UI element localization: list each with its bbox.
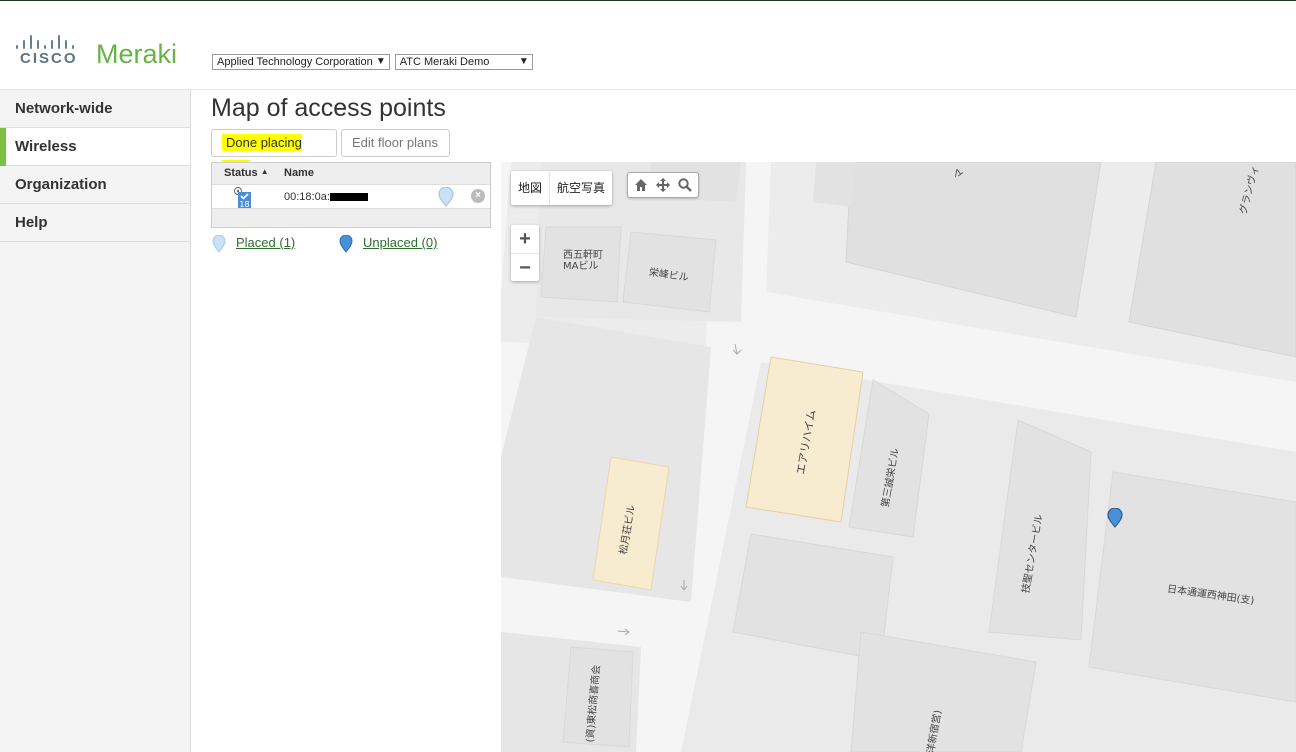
network-select[interactable]: ATC Meraki Demo ▼ — [394, 54, 533, 70]
sort-asc-icon: ▲ — [260, 167, 269, 176]
ap-table: Status ▲ Name 18 00:18:0a: × — [211, 162, 491, 228]
map-label-nishigoken: 西五軒町 MAビル — [563, 250, 603, 272]
zoom-control: + − — [511, 225, 539, 281]
zoom-in-button[interactable]: + — [511, 225, 539, 253]
page-title: Map of access points — [211, 94, 446, 122]
meraki-wordmark: Meraki — [96, 39, 178, 69]
map-label-text: MAビル — [563, 261, 599, 272]
organization-select[interactable]: Applied Technology Corporation ▼ — [212, 54, 390, 70]
redacted-mac — [330, 193, 368, 201]
dropdown-arrow-icon: ▼ — [518, 56, 529, 67]
sidebar-item-organization[interactable]: Organization — [0, 166, 190, 204]
done-placing-aps-button[interactable]: Done placing APs — [211, 129, 337, 177]
map-canvas[interactable]: 西五軒町 MAビル 栄峰ビル エアリハイム 第三誠栄ビル 松月荘ビル 技聖センタ… — [501, 162, 1296, 752]
status-header-label: Status — [224, 167, 258, 179]
organization-select-value: Applied Technology Corporation — [217, 56, 373, 68]
zoom-out-button[interactable]: − — [511, 253, 539, 281]
dropdown-arrow-icon: ▼ — [375, 56, 386, 67]
pan-icon[interactable] — [656, 178, 670, 192]
cisco-wordmark: CISCO — [20, 50, 78, 67]
remove-icon[interactable]: × — [471, 189, 485, 203]
placed-filter-link[interactable]: Placed (1) — [236, 235, 295, 250]
ap-name[interactable]: 00:18:0a: — [284, 191, 330, 203]
cisco-bars-icon — [16, 33, 78, 49]
header: CISCO Meraki Applied Technology Corporat… — [0, 1, 1296, 90]
table-row[interactable]: 18 00:18:0a: × — [212, 184, 490, 209]
status-column-header[interactable]: Status ▲ — [224, 167, 269, 179]
home-icon[interactable] — [634, 178, 648, 192]
search-icon[interactable] — [678, 178, 692, 192]
map-label-text: 西五軒町 — [563, 250, 603, 261]
network-select-value: ATC Meraki Demo — [399, 56, 490, 68]
edit-floor-plans-button[interactable]: Edit floor plans — [341, 129, 450, 157]
sidebar-item-help[interactable]: Help — [0, 204, 190, 242]
status-badge: 18 — [239, 200, 249, 209]
map-toolbar — [627, 172, 699, 198]
sidebar-item-wireless[interactable]: Wireless — [0, 128, 190, 166]
ap-status-icon: 18 — [234, 187, 252, 209]
placed-pin-icon[interactable] — [438, 186, 454, 212]
sidebar: Network-wide Wireless Organization Help — [0, 90, 191, 752]
placed-pin-icon — [212, 235, 226, 253]
map-type-map-button[interactable]: 地図 — [511, 171, 549, 205]
unplaced-pin-icon — [339, 235, 353, 253]
sidebar-item-network-wide[interactable]: Network-wide — [0, 90, 190, 128]
name-column-header[interactable]: Name — [284, 167, 314, 179]
unplaced-filter-link[interactable]: Unplaced (0) — [363, 235, 437, 250]
ap-map-pin-icon[interactable] — [1107, 507, 1123, 533]
map-type-satellite-button[interactable]: 航空写真 — [549, 171, 612, 205]
cisco-meraki-logo[interactable]: CISCO Meraki — [16, 33, 186, 73]
map-type-control: 地図 航空写真 — [511, 171, 613, 205]
table-header: Status ▲ Name — [212, 163, 490, 184]
